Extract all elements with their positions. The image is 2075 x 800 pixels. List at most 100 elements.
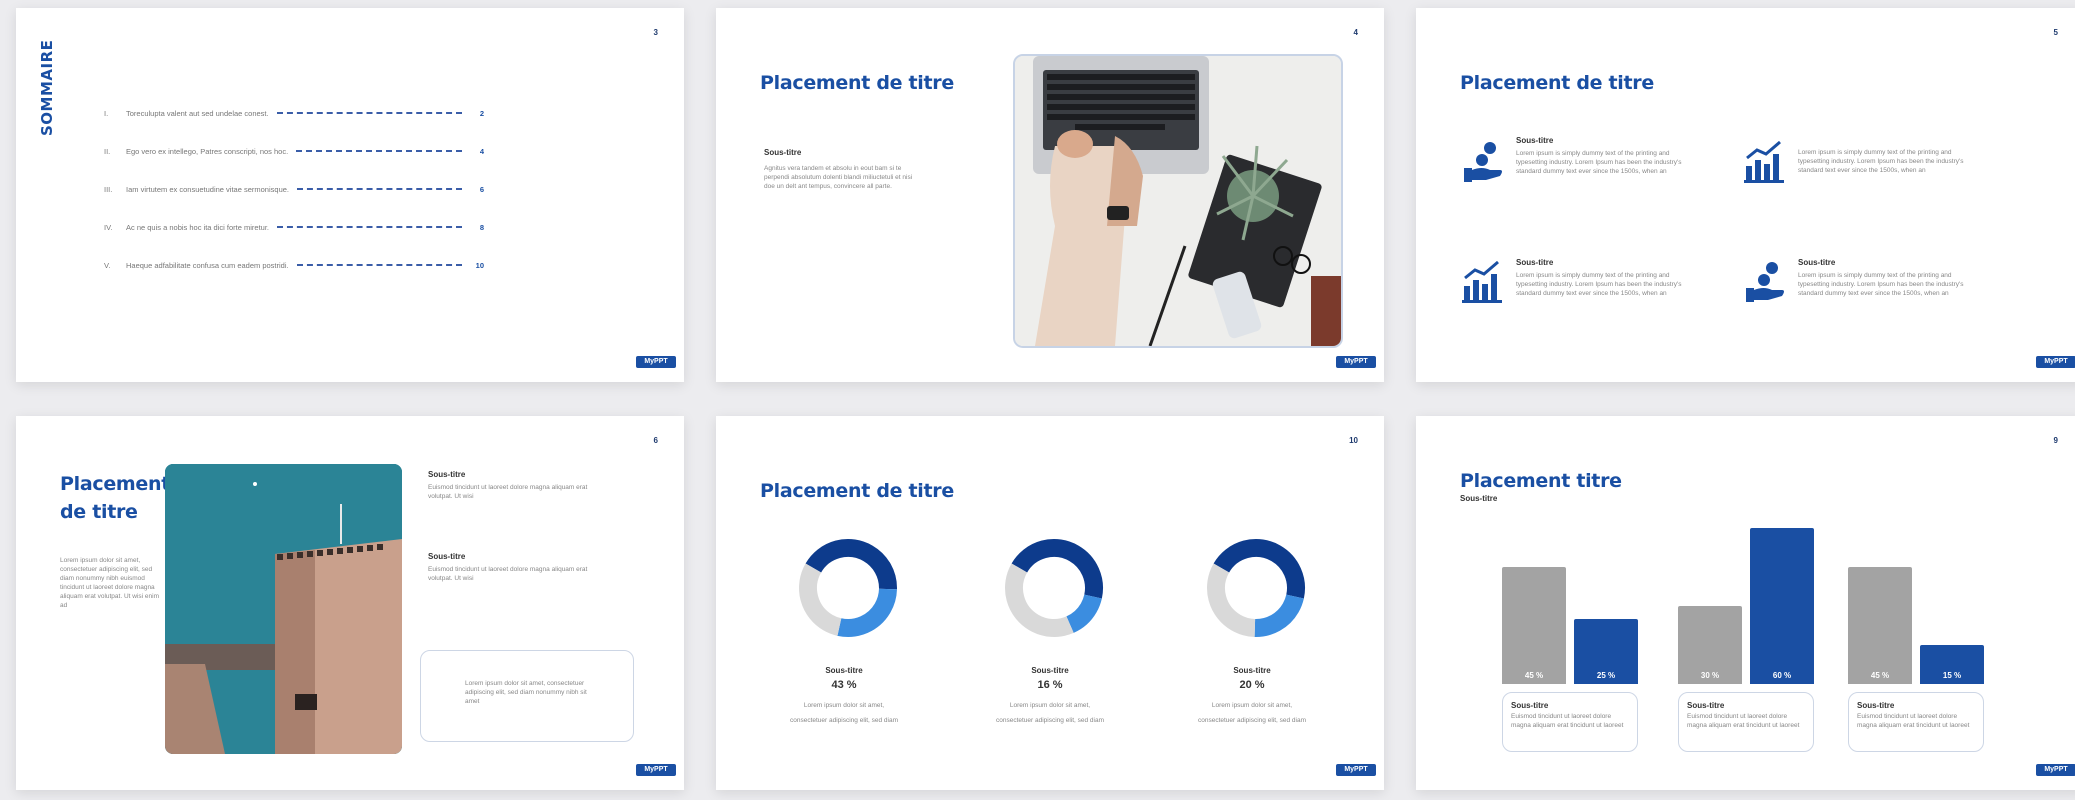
slide-title: Placement titre (1460, 470, 1622, 492)
toc-page: 6 (479, 184, 484, 194)
brand-logo: MyPPT (1336, 764, 1376, 776)
building-photo (165, 464, 402, 754)
toc-page: 8 (479, 222, 484, 232)
brand-logo: MyPPT (636, 764, 676, 776)
toc-num: I. (104, 108, 109, 118)
gray-bar: 45 % (1502, 567, 1566, 684)
toc-num: V. (104, 260, 111, 270)
feature-text: Euismod tincidunt ut laoreet dolore magn… (428, 484, 588, 500)
body-text: Agnitus vera tandem et absolu in eout ba… (764, 165, 913, 190)
toc-leader (277, 226, 462, 228)
page-number: 6 (653, 436, 658, 445)
feature-text: Lorem ipsum is simply dummy text of the … (1516, 272, 1682, 297)
page-number: 3 (653, 28, 658, 37)
donut-subtitle: Sous-titre (1031, 666, 1069, 675)
toc-item: V. Haeque adfabilitate confusa cum eadem… (104, 258, 484, 272)
donut-text: consectetuer adipiscing elit, sed diam (1197, 717, 1307, 724)
toc-item: IV. Ac ne quis a nobis hoc ita dici fort… (104, 220, 484, 234)
slide-icon-grid[interactable]: 5 Placement de titre Sous-titre Lorem ip… (1416, 8, 2075, 382)
donut-caption: Sous-titre 20 % Lorem ipsum dolor sit am… (1168, 666, 1336, 725)
money-hand-icon (1746, 262, 1784, 302)
feature-title: Sous-titre (428, 552, 466, 561)
feature-item: Lorem ipsum is simply dummy text of the … (1798, 148, 1978, 175)
toc-page: 2 (479, 108, 484, 118)
body-text: Lorem ipsum dolor sit amet, consectetuer… (60, 557, 159, 609)
slide-building[interactable]: 6 Placement de titre Lorem ipsum dolor s… (16, 416, 684, 790)
feature-title: Sous-titre (1798, 258, 1836, 267)
toc-num: III. (104, 184, 113, 194)
slide-title: Placement de titre (60, 473, 171, 523)
feature-text: Lorem ipsum is simply dummy text of the … (1798, 272, 1964, 297)
feature-text: Euismod tincidunt ut laoreet dolore magn… (428, 566, 588, 582)
donut-subtitle: Sous-titre (1233, 666, 1271, 675)
feature-text: Lorem ipsum is simply dummy text of the … (1798, 149, 1964, 174)
bar-chart-icon (1744, 140, 1784, 183)
brand-logo: MyPPT (1336, 356, 1376, 368)
page-number: 9 (2053, 436, 2058, 445)
slide-title: SOMMAIRE (38, 39, 56, 136)
donut-chart (799, 539, 897, 637)
subtitle: Sous-titre (764, 148, 802, 157)
donut-text: Lorem ipsum dolor sit amet, (1211, 702, 1293, 709)
blue-bar: 25 % (1574, 619, 1638, 684)
toc-page: 10 (475, 260, 484, 270)
feature-title: Sous-titre (1516, 258, 1554, 267)
feature-item: Sous-titre Euismod tincidunt ut laoreet … (428, 470, 598, 501)
bar-caption-card: Sous-titre Euismod tincidunt ut laoreet … (1502, 692, 1638, 752)
bar-value-label: 25 % (1596, 671, 1616, 680)
brand-logo: MyPPT (2036, 356, 2075, 368)
feature-title: Sous-titre (1516, 136, 1554, 145)
toc-text: Iam virtutem ex consuetudine vitae sermo… (126, 184, 289, 194)
toc-text: Toreculupta valent aut sed undelae cones… (126, 108, 269, 118)
caption-text: Euismod tincidunt ut laoreet dolore magn… (1511, 713, 1624, 729)
building-illustration (165, 464, 402, 754)
toc-page: 4 (479, 146, 484, 156)
bar-value-label: 60 % (1772, 671, 1792, 680)
donut-value: 43 % (831, 679, 857, 691)
donut-text: consectetuer adipiscing elit, sed diam (789, 717, 899, 724)
caption-title: Sous-titre (1857, 701, 1895, 710)
page-number: 10 (1349, 436, 1358, 445)
laptop-illustration (1015, 56, 1341, 346)
donut-value: 20 % (1239, 679, 1265, 691)
feature-item: Sous-titre Lorem ipsum is simply dummy t… (1516, 136, 1686, 176)
toc-leader (297, 188, 462, 190)
toc-leader (296, 264, 462, 266)
page-number: 5 (2053, 28, 2058, 37)
donut-text: consectetuer adipiscing elit, sed diam (995, 717, 1105, 724)
feature-item: Sous-titre Lorem ipsum is simply dummy t… (1798, 258, 1978, 298)
slide-bar-chart[interactable]: 9 Placement titre Sous-titre 45 % 25 % 30 … (1416, 416, 2075, 790)
blue-bar: 15 % (1920, 645, 1984, 684)
donut-subtitle: Sous-titre (825, 666, 863, 675)
card-text: Lorem ipsum dolor sit amet, consectetuer… (465, 680, 587, 705)
text-card: Lorem ipsum dolor sit amet, consectetuer… (420, 650, 634, 742)
feature-item: Sous-titre Lorem ipsum is simply dummy t… (1516, 258, 1686, 298)
bar-value-label: 45 % (1524, 671, 1544, 680)
slide-donuts[interactable]: 10 Placement de titre Sous-titre 43 % Lo… (716, 416, 1384, 790)
bar-chart-icon (1462, 260, 1502, 303)
gray-bar: 45 % (1848, 567, 1912, 684)
toc-leader (276, 112, 462, 114)
caption-text: Euismod tincidunt ut laoreet dolore magn… (1857, 713, 1970, 729)
toc-item: II. Ego vero ex intellego, Patres conscr… (104, 144, 484, 158)
page-number: 4 (1353, 28, 1358, 37)
brand-logo: MyPPT (636, 356, 676, 368)
bar-caption-card: Sous-titre Euismod tincidunt ut laoreet … (1678, 692, 1814, 752)
donut-text: Lorem ipsum dolor sit amet, (1009, 702, 1091, 709)
toc-text: Ego vero ex intellego, Patres conscripti… (126, 146, 289, 156)
donut-chart (1207, 539, 1305, 637)
toc-text: Ac ne quis a nobis hoc ita dici forte mi… (126, 222, 269, 232)
toc-leader (296, 150, 462, 152)
donut-caption: Sous-titre 43 % Lorem ipsum dolor sit am… (760, 666, 928, 725)
slide-title: Placement de titre (1460, 72, 1654, 94)
subtitle: Sous-titre (1460, 494, 1498, 503)
toc-item: III. Iam virtutem ex consuetudine vitae … (104, 182, 484, 196)
slide-photo-text[interactable]: 4 Placement de titre Sous-titre Agnitus … (716, 8, 1384, 382)
blue-bar: 60 % (1750, 528, 1814, 684)
slide-sommaire[interactable]: 3 SOMMAIRE I. Toreculupta valent aut sed… (16, 8, 684, 382)
slide-title: Placement de titre (760, 480, 954, 502)
bar-caption-card: Sous-titre Euismod tincidunt ut laoreet … (1848, 692, 1984, 752)
bar-value-label: 45 % (1870, 671, 1890, 680)
bar-value-label: 15 % (1942, 671, 1962, 680)
donut-text: Lorem ipsum dolor sit amet, (803, 702, 885, 709)
